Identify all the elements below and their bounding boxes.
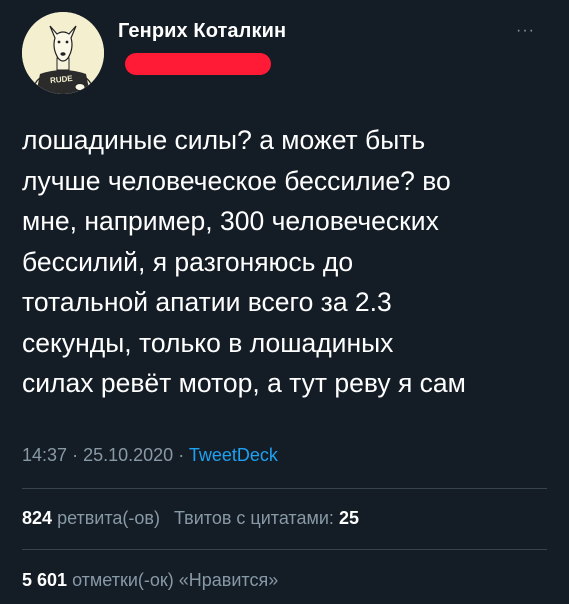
retweets-count: 824 — [22, 508, 53, 528]
divider — [22, 549, 547, 550]
quotes-link[interactable]: Твитов с цитатами: 25 — [174, 508, 359, 528]
tweet-source-link[interactable]: TweetDeck — [189, 445, 278, 465]
quotes-count: 25 — [338, 508, 359, 528]
retweets-link[interactable]: 824 ретвита(-ов) — [22, 508, 160, 528]
quotes-label: Твитов с цитатами: — [173, 508, 334, 528]
author-name[interactable]: Генрих Коталкин — [118, 20, 286, 43]
tweet-time: 14:37 — [22, 445, 68, 465]
meta-separator: · — [72, 445, 79, 465]
tweet-meta: 14:37 · 25.10.2020 · TweetDeck — [22, 445, 278, 466]
engagement-stats: 824 ретвита(-ов) Твитов с цитатами: 25 — [22, 508, 359, 529]
retweets-label: ретвита(-ов) — [57, 508, 160, 528]
likes-count: 5 601 — [22, 570, 68, 590]
tweet-text: лошадиные силы? а может быть лучше челов… — [22, 125, 466, 398]
author-avatar[interactable]: RUDE — [22, 12, 104, 94]
likes-label: отметки(-ок) «Нравится» — [72, 570, 279, 590]
meta-separator: · — [178, 445, 185, 465]
redacted-handle — [125, 53, 271, 75]
more-options-icon[interactable]: ··· — [516, 22, 535, 40]
likes-stats[interactable]: 5 601 отметки(-ок) «Нравится» — [22, 570, 278, 591]
tweet-date[interactable]: 25.10.2020 — [83, 445, 173, 465]
divider — [22, 488, 547, 489]
